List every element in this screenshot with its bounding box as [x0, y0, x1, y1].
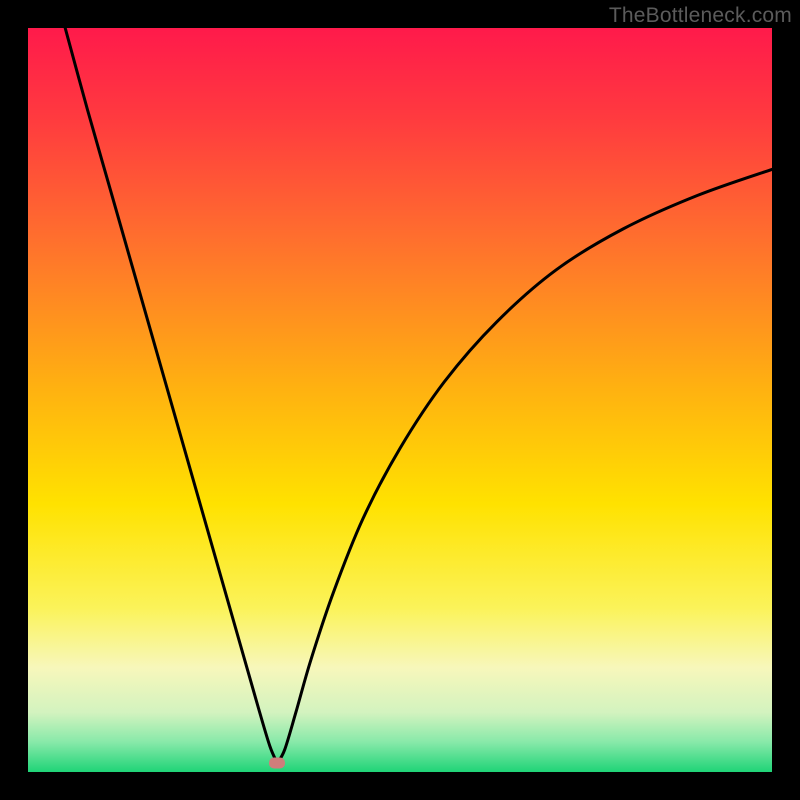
minimum-marker — [269, 758, 285, 769]
chart-frame: TheBottleneck.com — [0, 0, 800, 800]
plot-area — [28, 28, 772, 772]
watermark-text: TheBottleneck.com — [609, 4, 792, 28]
gradient-background — [28, 28, 772, 772]
plot-svg — [28, 28, 772, 772]
